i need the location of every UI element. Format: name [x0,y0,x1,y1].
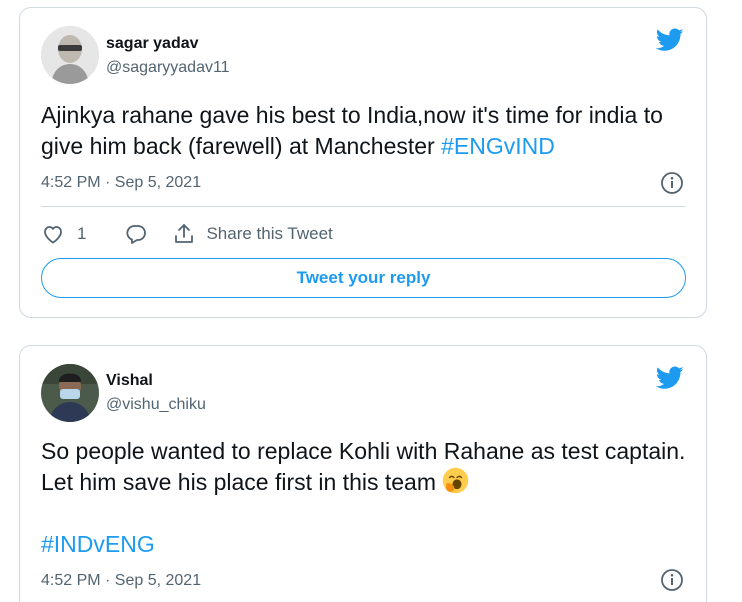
author-handle[interactable]: @vishu_chiku [106,396,206,414]
author-name[interactable]: sagar yadav [106,35,199,53]
author-name[interactable]: Vishal [106,372,153,390]
reply-icon-button[interactable] [124,222,148,246]
like-button[interactable]: 1 [41,222,100,246]
tweet-actions: 1 Share this Tweet [41,220,357,248]
tweet-timestamp[interactable]: 4:52 PM · Sep 5, 2021 [41,174,201,192]
tweet-your-reply-button[interactable]: Tweet your reply [41,258,686,298]
twitter-bird-icon[interactable] [656,366,684,390]
yawning-face-emoji-icon [442,468,469,494]
tweet-card: Vishal @vishu_chiku So people wanted to … [19,345,707,602]
heart-icon [44,226,62,244]
info-icon[interactable] [660,568,684,592]
tweet-text: Ajinkya rahane gave his best to India,no… [41,100,691,162]
avatar[interactable] [41,364,99,422]
like-count: 1 [77,224,87,243]
tweet-text-body: So people wanted to replace Kohli with R… [41,438,686,495]
tweet-text: So people wanted to replace Kohli with R… [41,436,691,560]
comment-icon [126,225,147,244]
twitter-bird-icon[interactable] [656,28,684,52]
share-label: Share this Tweet [206,224,333,243]
divider [41,206,685,207]
info-icon[interactable] [660,171,684,195]
hashtag-link[interactable]: #INDvENG [41,531,155,557]
author-handle[interactable]: @sagaryyadav11 [106,59,230,77]
share-button[interactable]: Share this Tweet [172,222,333,246]
tweet-text-body: Ajinkya rahane gave his best to India,no… [41,102,663,159]
hashtag-link[interactable]: #ENGvIND [441,133,555,159]
tweet-timestamp[interactable]: 4:52 PM · Sep 5, 2021 [41,572,201,590]
tweet-card: sagar yadav @sagaryyadav11 Ajinkya rahan… [19,7,707,318]
avatar[interactable] [41,26,99,84]
share-icon [175,224,194,243]
